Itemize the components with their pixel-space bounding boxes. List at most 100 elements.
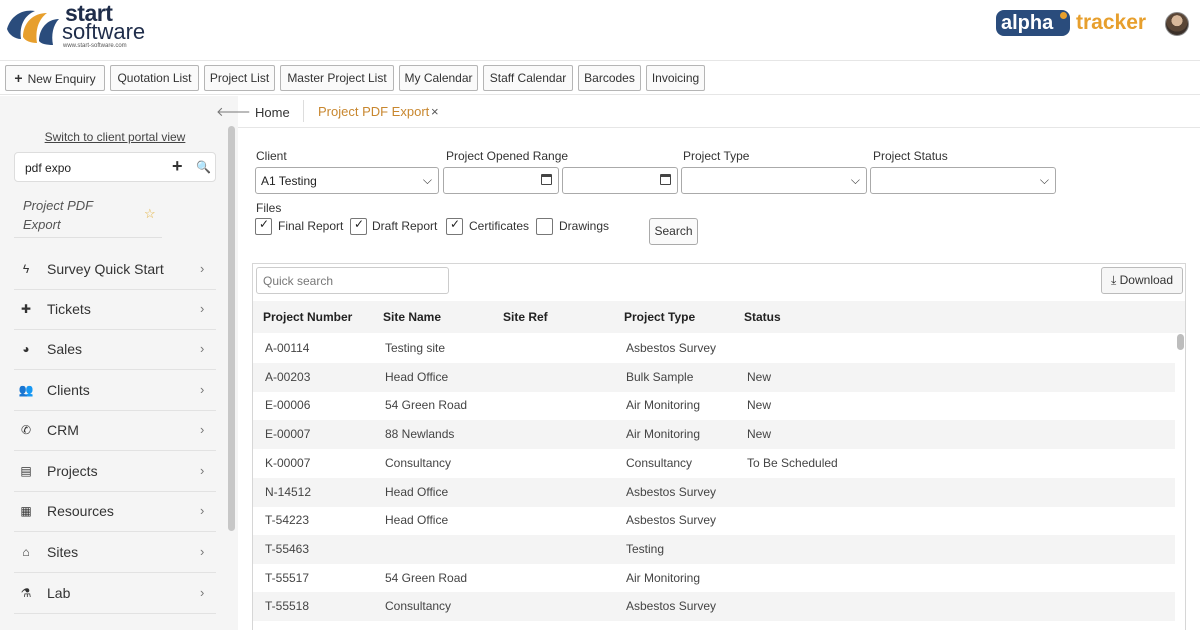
client-select[interactable]: A1 Testing ⌵	[255, 167, 439, 194]
star-icon[interactable]: ☆	[144, 206, 156, 222]
search-result-item[interactable]: Project PDF Export ☆	[14, 196, 162, 238]
tab-divider	[303, 100, 304, 122]
project-status-select[interactable]: ⌵	[870, 167, 1056, 194]
chevron-right-icon: ›	[200, 585, 205, 600]
sidebar-item-resources[interactable]: ▦ Resources ›	[14, 492, 216, 532]
table-cell: T-54223	[265, 513, 310, 528]
client-select-value: A1 Testing	[261, 174, 317, 188]
sidebar-item-sites[interactable]: ⌂ Sites ›	[14, 533, 216, 573]
sidebar-item-survey-quick-start[interactable]: ϟ Survey Quick Start ›	[14, 250, 216, 290]
quick-search-input[interactable]: Quick search	[256, 267, 449, 294]
table-cell: E-00006	[265, 398, 311, 413]
chevron-right-icon: ›	[200, 544, 205, 559]
new-enquiry-button[interactable]: + New Enquiry	[5, 65, 105, 91]
table-cell: New	[747, 369, 772, 384]
sidebar-scrollbar[interactable]	[228, 126, 235, 531]
sidebar-item-projects[interactable]: ▤ Projects ›	[14, 452, 216, 492]
table-cell: Air Monitoring	[626, 427, 701, 442]
client-portal-link[interactable]: Switch to client portal view	[15, 130, 215, 144]
main-toolbar: + New Enquiry Quotation List Project List…	[0, 60, 1200, 95]
calendar-icon[interactable]	[660, 174, 671, 185]
table-header: Project Number Site Name Site Ref Projec…	[253, 301, 1185, 333]
user-avatar[interactable]	[1165, 12, 1189, 36]
table-row[interactable]: A-00114 Testing site Asbestos Survey	[253, 334, 1175, 363]
sidebar-item-crm[interactable]: ✆ CRM ›	[14, 411, 216, 451]
table-row[interactable]: E-00006 54 Green Road Air Monitoring New	[253, 391, 1175, 420]
sidebar-item-clients[interactable]: 👥 Clients ›	[14, 371, 216, 411]
flask-icon: ⚗	[20, 586, 32, 600]
table-row[interactable]: T-55517 54 Green Road Air Monitoring	[253, 564, 1175, 593]
phone-icon: ✆	[20, 423, 32, 437]
page-tabs: Home Project PDF Export ×	[238, 96, 1200, 128]
calendar-icon: ▦	[20, 504, 32, 518]
table-row[interactable]: T-55463 Testing	[253, 534, 1175, 564]
sidebar-item-label: Tickets	[47, 301, 91, 317]
table-cell: Head Office	[385, 484, 449, 499]
table-row[interactable]: N-14512 Head Office Asbestos Survey	[253, 477, 1175, 507]
certificates-label: Certificates	[469, 219, 530, 233]
table-cell: Testing	[626, 541, 665, 556]
app-header: start software www.start-software.com al…	[0, 0, 1200, 60]
drawings-checkbox[interactable]	[536, 218, 553, 235]
sidebar-item-tickets[interactable]: ✚ Tickets ›	[14, 290, 216, 330]
search-button[interactable]: Search	[649, 218, 698, 245]
table-row[interactable]: A-00203 Head Office Bulk Sample New	[253, 362, 1175, 392]
certificates-checkbox[interactable]: ✓	[446, 217, 463, 235]
table-row[interactable]: T-55518 Consultancy Asbestos Survey	[253, 592, 1175, 622]
sidebar-item-label: Sales	[47, 341, 83, 357]
project-type-label: Project Type	[683, 149, 750, 163]
sidebar-item-sales[interactable]: ◕ Sales ›	[14, 330, 216, 370]
column-header[interactable]: Site Ref	[503, 310, 548, 324]
table-scrollbar[interactable]	[1177, 334, 1184, 350]
table-row[interactable]: K-00007 Consultancy Consultancy To Be Sched…	[253, 449, 1175, 478]
column-header[interactable]: Project Number	[263, 310, 352, 324]
column-header[interactable]: Project Type	[624, 310, 695, 324]
my-calendar-button[interactable]: My Calendar	[399, 65, 478, 91]
list-icon: ▤	[20, 464, 32, 478]
sidebar-item-label: Survey Quick Start	[47, 261, 164, 277]
chevron-right-icon: ›	[200, 301, 205, 316]
table-cell: To Be Scheduled	[747, 455, 838, 470]
sidebar-search-value: pdf expo	[25, 161, 72, 175]
quotation-list-button[interactable]: Quotation List	[110, 65, 199, 91]
close-tab-icon[interactable]: ×	[431, 104, 439, 119]
sidebar-search-input[interactable]: pdf expo + 🔍	[14, 152, 216, 182]
table-cell: T-55463	[265, 541, 310, 556]
sidebar-item-label: CRM	[47, 422, 79, 438]
final-report-checkbox[interactable]: ✓	[255, 217, 272, 235]
barcodes-button[interactable]: Barcodes	[578, 65, 641, 91]
chevron-down-icon: ⌵	[850, 173, 860, 187]
tab-project-pdf-export[interactable]: Project PDF Export	[318, 104, 429, 119]
staff-calendar-button[interactable]: Staff Calendar	[483, 65, 573, 91]
column-header[interactable]: Status	[744, 310, 781, 324]
project-list-button[interactable]: Project List	[204, 65, 275, 91]
tab-home[interactable]: Home	[255, 105, 290, 120]
invoicing-button[interactable]: Invoicing	[646, 65, 705, 91]
opened-range-to-input[interactable]	[562, 167, 678, 194]
opened-range-from-input[interactable]	[443, 167, 559, 194]
calendar-icon[interactable]	[541, 174, 552, 185]
add-favourite-icon[interactable]: +	[172, 156, 183, 177]
start-software-logo[interactable]: start software www.start-software.com	[5, 1, 155, 55]
sidebar-item-lab[interactable]: ⚗ Lab ›	[14, 574, 216, 614]
tracker-word: tracker	[1076, 11, 1147, 34]
project-type-select[interactable]: ⌵	[681, 167, 867, 194]
download-button[interactable]: ⤓ Download	[1101, 267, 1183, 294]
column-header[interactable]: Site Name	[383, 310, 441, 324]
logo-word-software: software	[62, 19, 146, 44]
master-project-list-button[interactable]: Master Project List	[280, 65, 394, 91]
plus-icon: ✚	[20, 302, 32, 316]
table-cell: 54 Green Road	[385, 398, 468, 413]
table-cell: New	[747, 398, 772, 413]
search-icon[interactable]: 🔍	[196, 160, 211, 174]
table-row[interactable]: T-54223 Head Office Asbestos Survey	[253, 506, 1175, 535]
draft-report-checkbox[interactable]: ✓	[350, 217, 367, 235]
table-cell: Consultancy	[626, 455, 693, 470]
project-status-label: Project Status	[873, 149, 948, 163]
table-cell: 54 Green Road	[385, 570, 468, 585]
chevron-right-icon: ›	[200, 382, 205, 397]
sidebar-item-label: Lab	[47, 585, 71, 601]
table-cell: Asbestos Survey	[626, 513, 717, 528]
table-row[interactable]: E-00007 88 Newlands Air Monitoring New	[253, 420, 1175, 450]
sidebar: 🡐 Switch to client portal view pdf expo …	[0, 96, 251, 630]
